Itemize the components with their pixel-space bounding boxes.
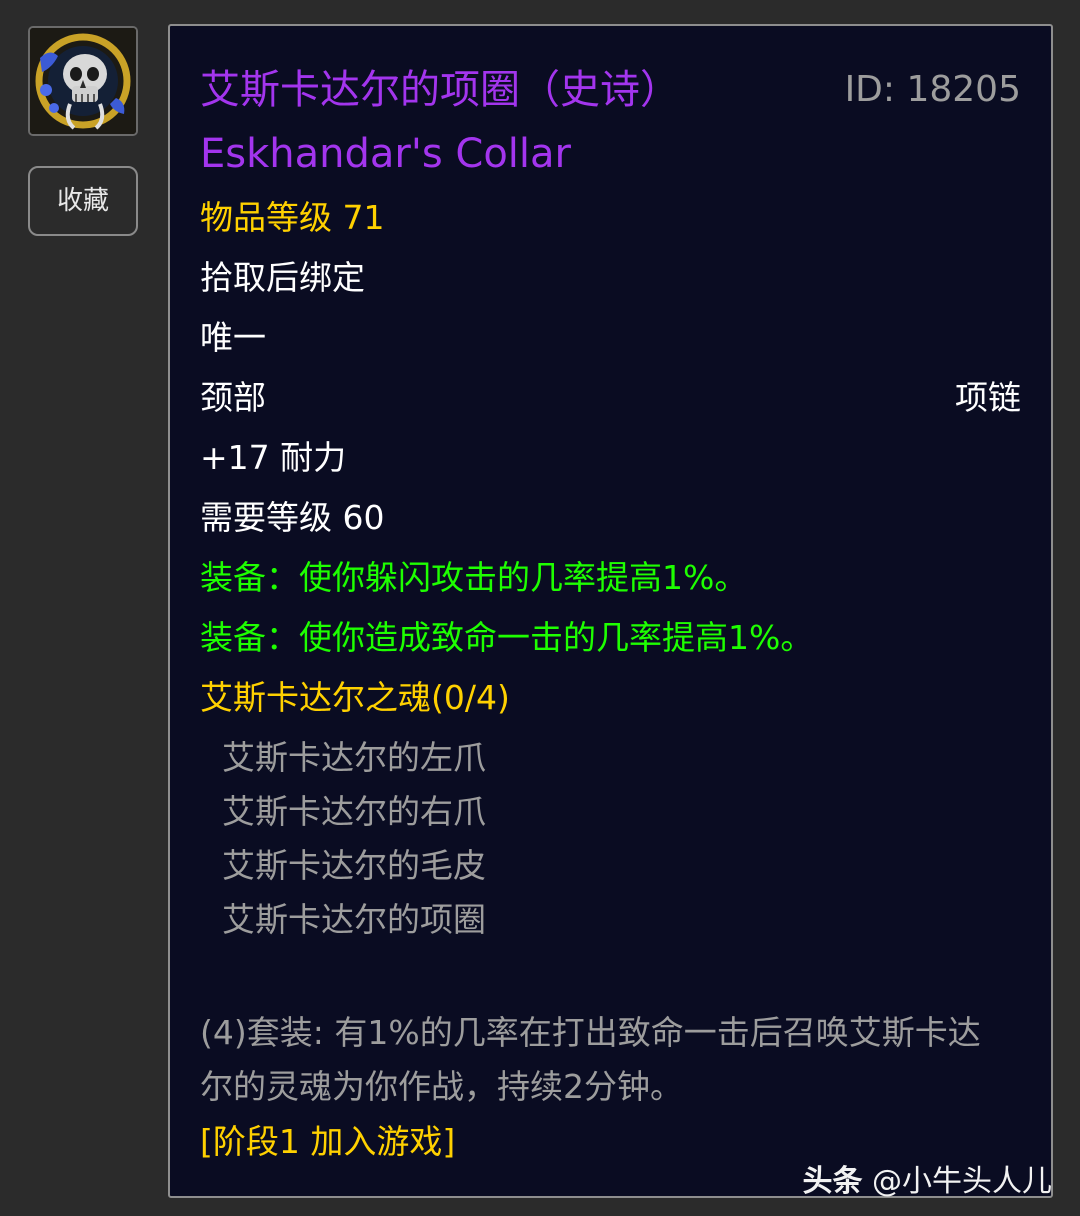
unique-text: 唯一 xyxy=(200,318,266,357)
stat-stamina: +17 耐力 xyxy=(200,438,347,477)
item-name-cn: 艾斯卡达尔的项圈（史诗） xyxy=(200,67,680,113)
item-level: 物品等级 71 xyxy=(200,198,385,237)
skull-collar-icon xyxy=(28,26,138,136)
binding-text: 拾取后绑定 xyxy=(200,258,365,297)
required-level: 需要等级 60 xyxy=(200,498,385,537)
set-bonus-text: (4)套装: 有1%的几率在打出致命一击后召唤艾斯卡达尔的灵魂为你作战，持续2分… xyxy=(200,1013,981,1106)
watermark-author: @小牛头人儿 xyxy=(872,1164,1052,1199)
set-item[interactable]: 艾斯卡达尔的左爪 xyxy=(222,736,1021,780)
watermark: 头条 @小牛头人儿 xyxy=(802,1156,1052,1200)
equip-effect-crit: 装备：使你造成致命一击的几率提高1%。 xyxy=(200,618,814,657)
item-type-text: 项链 xyxy=(955,378,1021,417)
tooltip-header: 艾斯卡达尔的项圈（史诗） ID: 18205 xyxy=(200,68,1021,112)
slot-row: 颈部 项链 xyxy=(200,376,1021,420)
item-tooltip: 艾斯卡达尔的项圈（史诗） ID: 18205 Eskhandar's Colla… xyxy=(168,24,1053,1198)
item-id: ID: 18205 xyxy=(844,69,1021,110)
favorite-button[interactable]: 收藏 xyxy=(28,166,138,236)
equip-effect-dodge: 装备：使你躲闪攻击的几率提高1%。 xyxy=(200,558,748,597)
slot-text: 颈部 xyxy=(200,378,266,417)
watermark-brand: 头条 xyxy=(802,1164,863,1199)
set-item[interactable]: 艾斯卡达尔的右爪 xyxy=(222,790,1021,834)
set-item[interactable]: 艾斯卡达尔的项圈 xyxy=(222,898,1021,942)
item-name-en: Eskhandar's Collar xyxy=(200,131,571,177)
set-item[interactable]: 艾斯卡达尔的毛皮 xyxy=(222,844,1021,888)
set-name: 艾斯卡达尔之魂(0/4) xyxy=(200,678,510,717)
